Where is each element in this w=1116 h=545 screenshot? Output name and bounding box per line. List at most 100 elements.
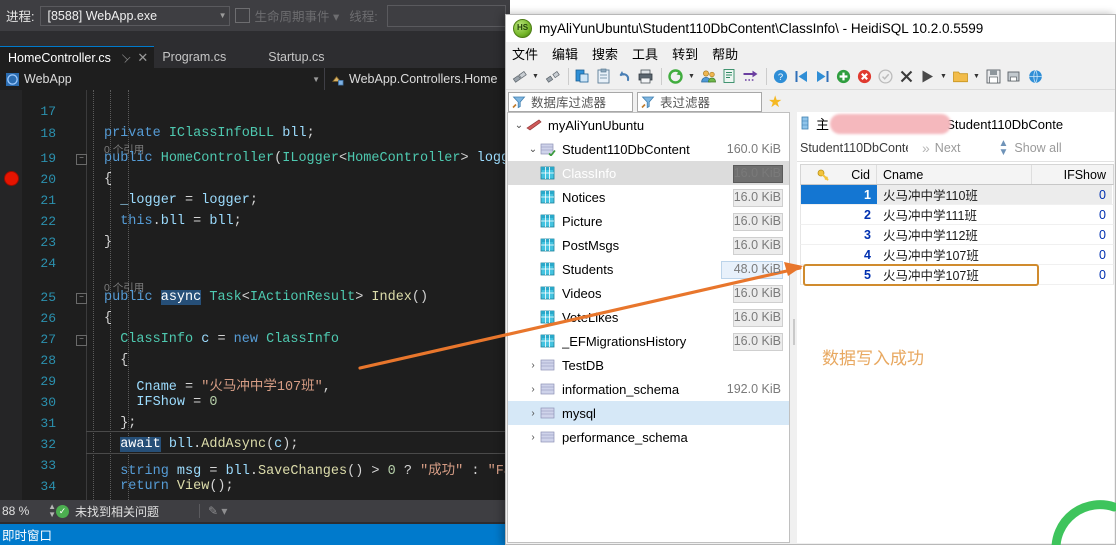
cell-ifshow[interactable]: 0 bbox=[1032, 265, 1112, 284]
next-icon[interactable] bbox=[813, 67, 832, 86]
cell-cid[interactable]: 3 bbox=[801, 225, 877, 244]
chevron-down-icon[interactable]: ▼ bbox=[687, 73, 696, 80]
chevron-collapsed-icon[interactable]: › bbox=[526, 384, 540, 395]
database-filter-input[interactable]: 数据库过滤器 bbox=[508, 91, 633, 112]
grid-header-cid[interactable]: Cid bbox=[801, 165, 877, 184]
zoom-control[interactable]: 88 % ▲ ▼ bbox=[0, 503, 56, 519]
tree-item-server[interactable]: ⌄ myAliYunUbuntu bbox=[508, 113, 789, 137]
new-session-icon[interactable] bbox=[510, 67, 529, 86]
table-row[interactable]: 4 火马冲中学107班 0 bbox=[800, 245, 1114, 265]
pin-icon[interactable]: ⊣ bbox=[117, 50, 133, 65]
undo-icon[interactable] bbox=[615, 67, 634, 86]
menu-item-edit[interactable]: 编辑 bbox=[552, 44, 578, 63]
tree-item-database-information-schema[interactable]: › information_schema 192.0 KiB bbox=[508, 377, 789, 401]
cell-cname[interactable]: 火马冲中学111班 bbox=[877, 205, 1032, 224]
tree-item-database-student110[interactable]: ⌄ Student110DbContent 160.0 KiB bbox=[508, 137, 789, 161]
table-row[interactable]: 3 火马冲中学112班 0 bbox=[800, 225, 1114, 245]
next-page-button[interactable]: » Next bbox=[922, 140, 961, 156]
globe-icon[interactable] bbox=[1026, 67, 1045, 86]
open-folder-icon[interactable] bbox=[951, 67, 970, 86]
feedback-icon[interactable]: ✎ ▾ bbox=[208, 504, 227, 518]
collapse-glyph[interactable]: − bbox=[76, 154, 87, 165]
cell-cname[interactable]: 火马冲中学107班 bbox=[877, 245, 1032, 264]
save-as-icon[interactable] bbox=[1005, 67, 1024, 86]
paste-icon[interactable] bbox=[594, 67, 613, 86]
show-all-button[interactable]: ▲ ▼ Show all bbox=[999, 138, 1062, 157]
grid-header-cname[interactable]: Cname bbox=[877, 165, 1032, 184]
table-filter-input[interactable]: 表过滤器 bbox=[637, 91, 762, 112]
favorite-star-icon[interactable]: ★ bbox=[768, 92, 782, 112]
tree-item-table-votelikes[interactable]: VoteLikes 16.0 KiB bbox=[508, 305, 789, 329]
table-row[interactable]: 1 火马冲中学110班 0 bbox=[800, 185, 1114, 205]
delete-icon[interactable] bbox=[855, 67, 874, 86]
breakpoint-indicator[interactable] bbox=[4, 171, 19, 186]
tree-item-database-performance-schema[interactable]: › performance_schema bbox=[508, 425, 789, 449]
chevron-down-icon[interactable]: ▼ bbox=[939, 73, 948, 80]
cell-cid[interactable]: 1 bbox=[801, 185, 877, 204]
menu-item-search[interactable]: 搜索 bbox=[592, 44, 618, 63]
run-icon[interactable] bbox=[918, 67, 937, 86]
chevron-down-icon[interactable]: ▼ bbox=[972, 73, 981, 80]
menu-item-file[interactable]: 文件 bbox=[512, 44, 538, 63]
cancel-icon[interactable] bbox=[897, 67, 916, 86]
menu-item-help[interactable]: 帮助 bbox=[712, 44, 738, 63]
breakpoint-gutter[interactable] bbox=[0, 90, 22, 500]
thread-select[interactable] bbox=[386, 4, 506, 27]
help-icon[interactable]: ? bbox=[771, 67, 790, 86]
add-icon[interactable] bbox=[834, 67, 853, 86]
tree-item-table-classinfo[interactable]: ClassInfo 16.0 KiB bbox=[508, 161, 789, 185]
disconnect-icon[interactable] bbox=[543, 67, 562, 86]
chevron-down-icon[interactable]: ▼ bbox=[531, 73, 540, 80]
cell-cname[interactable]: 火马冲中学112班 bbox=[877, 225, 1032, 244]
export-icon[interactable] bbox=[741, 67, 760, 86]
table-row[interactable]: 2 火马冲中学111班 0 bbox=[800, 205, 1114, 225]
copy-table-icon[interactable] bbox=[573, 67, 592, 86]
tab-host[interactable]: 主 bbox=[801, 113, 951, 134]
tree-item-table-picture[interactable]: Picture 16.0 KiB bbox=[508, 209, 789, 233]
refresh-icon[interactable] bbox=[666, 67, 685, 86]
lifecycle-events-select[interactable]: 生命周期事件 ▾ bbox=[235, 6, 339, 25]
cell-ifshow[interactable]: 0 bbox=[1032, 205, 1112, 224]
tree-item-table-students[interactable]: Students 48.0 KiB bbox=[508, 257, 789, 281]
chevron-expanded-icon[interactable]: ⌄ bbox=[526, 144, 540, 155]
cell-ifshow[interactable]: 0 bbox=[1032, 225, 1112, 244]
tree-item-database-testdb[interactable]: › TestDB bbox=[508, 353, 789, 377]
chevron-collapsed-icon[interactable]: › bbox=[526, 432, 540, 443]
tab-homecontroller[interactable]: HomeController.cs ⊣ ✕ bbox=[0, 46, 155, 68]
code-editor[interactable]: 17 18 19 20 21 22 23 24 25 26 27 28 29 3… bbox=[0, 90, 510, 500]
print-icon[interactable] bbox=[636, 67, 655, 86]
process-select[interactable]: [8588] WebApp.exe ▼ bbox=[40, 5, 231, 26]
tree-item-table-videos[interactable]: Videos 16.0 KiB bbox=[508, 281, 789, 305]
tree-item-table-postmsgs[interactable]: PostMsgs 16.0 KiB bbox=[508, 233, 789, 257]
new-query-tab-icon[interactable] bbox=[720, 67, 739, 86]
immediate-window-tab[interactable]: 即时窗口 bbox=[0, 524, 510, 545]
cell-cid[interactable]: 5 bbox=[801, 265, 877, 284]
tree-item-table-notices[interactable]: Notices 16.0 KiB bbox=[508, 185, 789, 209]
tab-program[interactable]: Program.cs bbox=[154, 46, 232, 68]
apply-icon[interactable] bbox=[876, 67, 895, 86]
cell-ifshow[interactable]: 0 bbox=[1032, 245, 1112, 264]
spinner-icon[interactable]: ▲ ▼ bbox=[48, 503, 56, 519]
menu-item-goto[interactable]: 转到 bbox=[672, 44, 698, 63]
class-dropdown[interactable]: WebApp.Controllers.Home bbox=[325, 68, 501, 90]
menu-item-tools[interactable]: 工具 bbox=[632, 44, 658, 63]
tree-item-database-mysql[interactable]: › mysql bbox=[508, 401, 789, 425]
user-manager-icon[interactable] bbox=[699, 67, 718, 86]
cell-ifshow[interactable]: 0 bbox=[1032, 185, 1112, 204]
tree-item-table-efmigrationshistory[interactable]: _EFMigrationsHistory 16.0 KiB bbox=[508, 329, 789, 353]
previous-icon[interactable] bbox=[792, 67, 811, 86]
cell-cname[interactable]: 火马冲中学107班 bbox=[877, 265, 1032, 284]
table-row[interactable]: 5 火马冲中学107班 0 bbox=[800, 265, 1114, 285]
save-icon[interactable] bbox=[984, 67, 1003, 86]
chevron-collapsed-icon[interactable]: › bbox=[526, 408, 540, 419]
cell-cid[interactable]: 2 bbox=[801, 205, 877, 224]
grid-header-ifshow[interactable]: IFShow bbox=[1032, 165, 1112, 184]
tab-startup[interactable]: Startup.cs bbox=[260, 46, 330, 68]
collapse-glyph[interactable]: − bbox=[76, 293, 87, 304]
cell-cname[interactable]: 火马冲中学110班 bbox=[877, 185, 1032, 204]
result-grid[interactable]: Cid Cname IFShow 1 火马冲中学110班 0 2 火马冲中学11… bbox=[800, 164, 1114, 286]
chevron-collapsed-icon[interactable]: › bbox=[526, 360, 540, 371]
collapse-glyph[interactable]: − bbox=[76, 335, 87, 346]
cell-cid[interactable]: 4 bbox=[801, 245, 877, 264]
project-dropdown[interactable]: WebApp ▼ bbox=[0, 68, 325, 90]
